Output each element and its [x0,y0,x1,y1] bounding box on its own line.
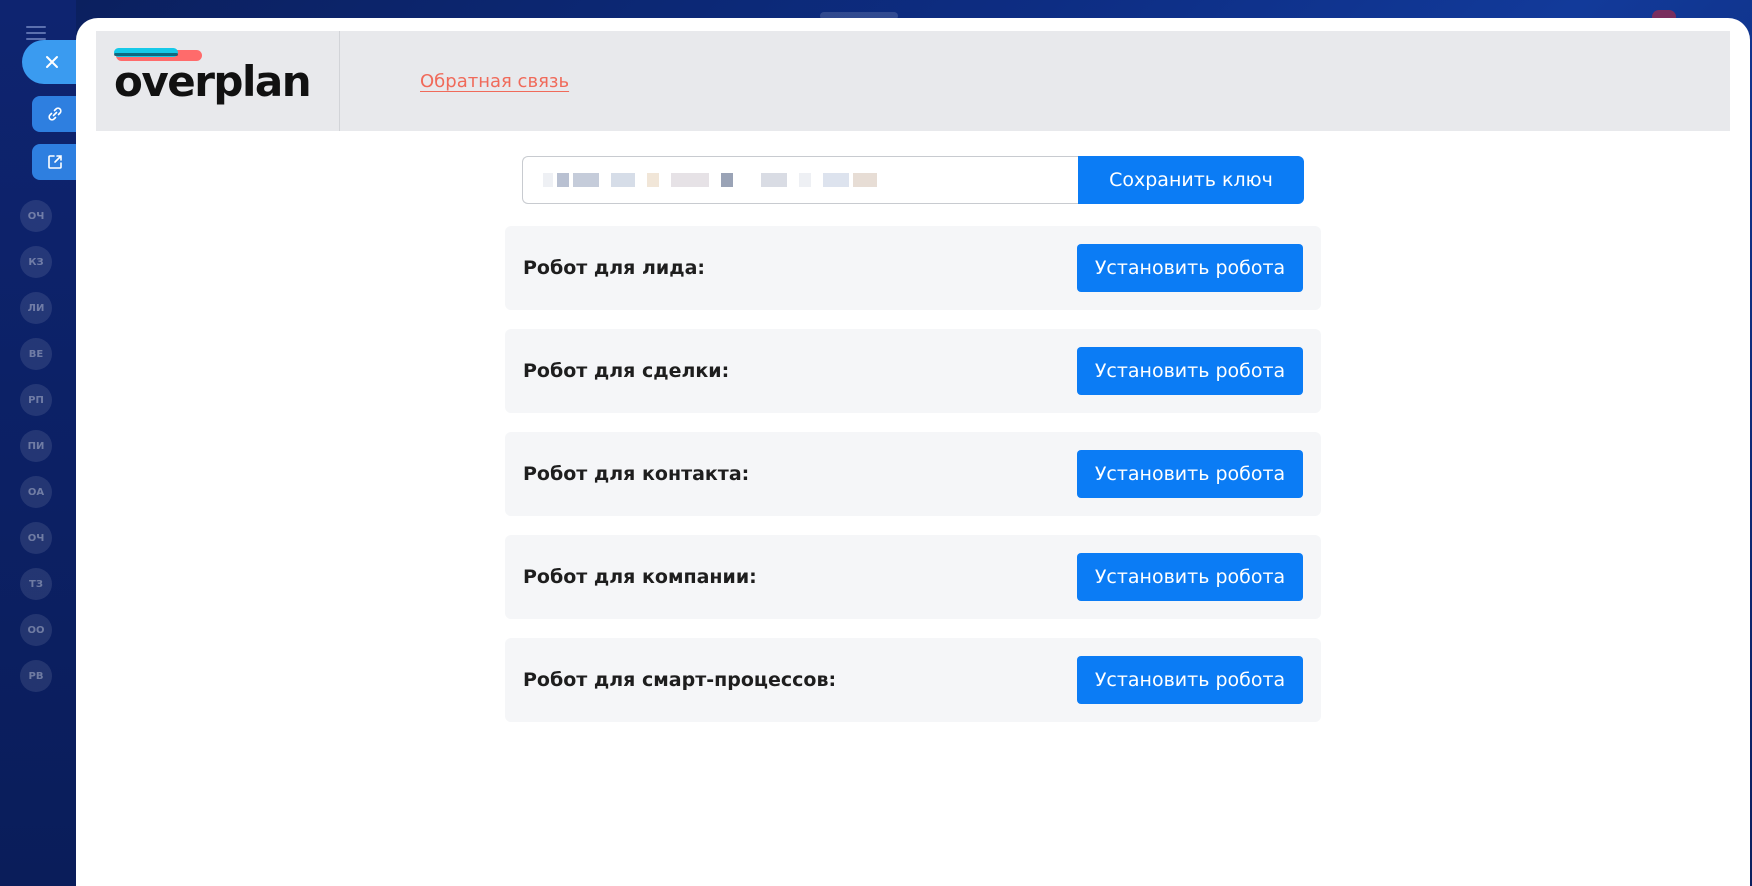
logo: overplan [96,31,340,131]
redacted-block [761,173,787,187]
background-avatar: РП [20,384,52,416]
background-avatar: ПИ [20,430,52,462]
install-robot-contact-button[interactable]: Установить робота [1077,450,1303,498]
background-avatar: КЗ [20,246,52,278]
robot-card-smart-process: Робот для смарт-процессов: Установить ро… [505,638,1321,722]
background-avatar: ЛИ [20,292,52,324]
redacted-block [823,173,849,187]
menu-icon [26,26,46,40]
robot-card-company: Робот для компании: Установить робота [505,535,1321,619]
logo-mark-dark [114,53,178,56]
redacted-block [671,173,709,187]
redacted-block [853,173,877,187]
redacted-block [647,173,659,187]
redacted-block [799,173,811,187]
background-sidebar: ОЧ КЗ ЛИ ВЕ РП ПИ ОА ОЧ ТЗ ОО РВ [0,0,76,886]
save-key-button[interactable]: Сохранить ключ [1078,156,1304,204]
robot-card-deal: Робот для сделки: Установить робота [505,329,1321,413]
app-header: overplan Обратная связь [96,31,1730,131]
redacted-block [573,173,599,187]
close-icon [46,56,58,68]
install-robot-lead-button[interactable]: Установить робота [1077,244,1303,292]
install-robot-smart-process-button[interactable]: Установить робота [1077,656,1303,704]
robot-label: Робот для контакта: [523,463,750,485]
robot-card-contact: Робот для контакта: Установить робота [505,432,1321,516]
app-slider-panel: overplan Обратная связь Сохранить ключ Р… [76,18,1750,886]
background-avatar: ОА [20,476,52,508]
background-avatar: ТЗ [20,568,52,600]
redacted-block [557,173,569,187]
api-key-input[interactable] [522,156,1078,204]
feedback-link[interactable]: Обратная связь [420,71,569,92]
background-avatar: РВ [20,660,52,692]
redacted-block [543,173,553,187]
background-avatar: ВЕ [20,338,52,370]
robot-label: Робот для компании: [523,566,757,588]
robot-label: Робот для сделки: [523,360,730,382]
link-icon [48,107,62,121]
install-robot-company-button[interactable]: Установить робота [1077,553,1303,601]
background-avatar: ОЧ [20,522,52,554]
install-robot-deal-button[interactable]: Установить робота [1077,347,1303,395]
logo-text: overplan [114,57,312,106]
redacted-block [721,173,733,187]
background-avatar: ОО [20,614,52,646]
api-key-form: Сохранить ключ [522,156,1304,204]
external-link-icon [48,155,62,169]
robot-label: Робот для смарт-процессов: [523,669,837,691]
background-avatar: ОЧ [20,200,52,232]
redacted-block [611,173,635,187]
robot-card-lead: Робот для лида: Установить робота [505,226,1321,310]
robot-label: Робот для лида: [523,257,705,279]
